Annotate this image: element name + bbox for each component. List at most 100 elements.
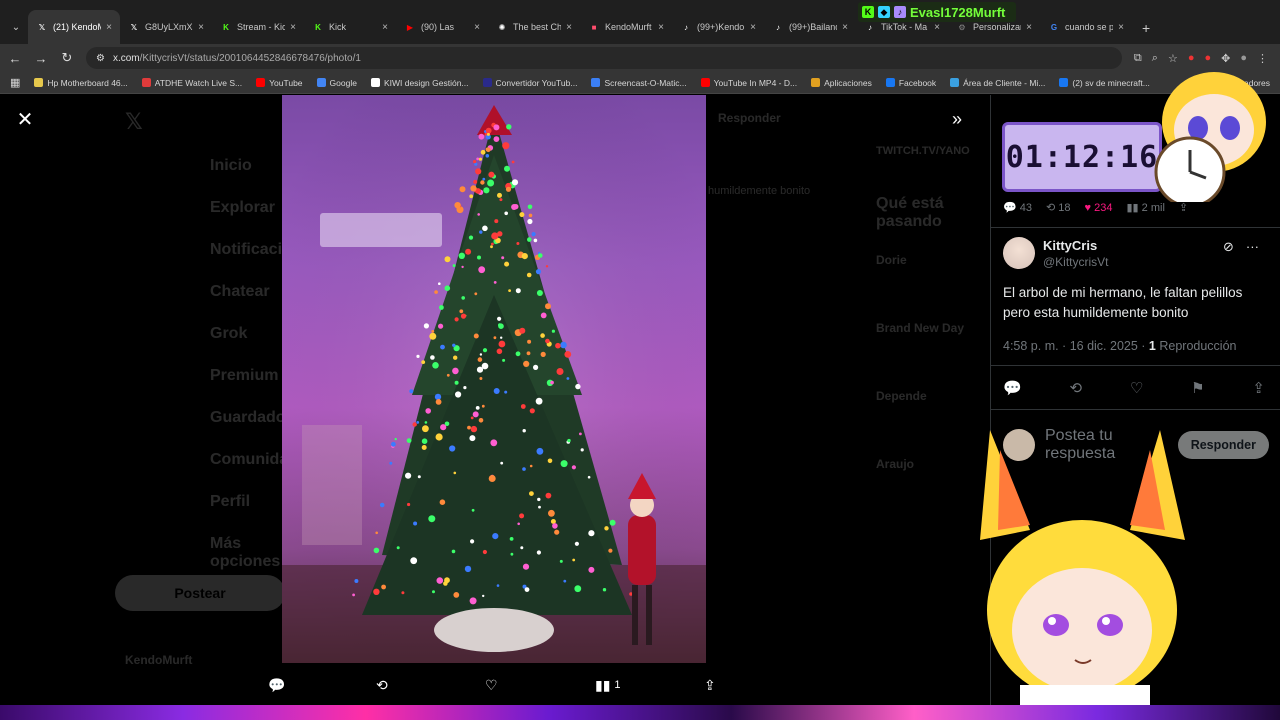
tab-close-icon[interactable]: × [566,22,572,33]
new-tab-button[interactable]: + [1132,20,1160,44]
url-host: x.com [112,52,140,64]
bookmark-item[interactable]: KIWI design Gestión... [370,78,469,88]
browser-tab[interactable]: 𝕏 (21) KendoM × [28,10,120,44]
avatar[interactable] [1003,237,1035,269]
views-button[interactable]: ▮▮ 1 [595,677,621,694]
tree-light [416,354,420,358]
browser-tab[interactable]: ✺ The best Ch × [488,10,580,44]
tree-light [481,404,485,408]
back-icon[interactable]: ← [8,51,22,66]
bookmark-item[interactable]: YouTube In MP4 - D... [700,78,797,88]
bookmark-favicon-icon [885,78,895,87]
tree-light [430,355,435,360]
repost-icon[interactable]: ⟲ [1070,379,1083,397]
author-handle[interactable]: @KittycrisVt [1043,255,1109,269]
browser-tab[interactable]: ♪ (99+)Bailand × [764,10,856,44]
share-icon[interactable]: ⇪ [1179,201,1188,214]
background-trend: Dorie [876,253,907,267]
tree-light [453,355,458,360]
tree-light [391,441,396,447]
tree-light [527,204,533,210]
tab-close-icon[interactable]: × [290,22,296,33]
repost-icon[interactable]: ⟲ [376,677,388,694]
stat-views[interactable]: ▮▮ 2 mil [1127,201,1165,214]
tab-close-icon[interactable]: × [106,22,112,33]
bookmark-item[interactable]: Google [316,78,357,88]
tab-close-icon[interactable]: × [750,22,756,33]
background-nav-item: Grok [210,325,248,342]
tree-light [394,437,397,441]
bookmark-item[interactable]: Facebook [885,78,936,88]
browser-tab[interactable]: K Stream - Kick × [212,10,304,44]
tree-light [537,497,541,502]
tree-light [452,343,456,347]
tab-close-icon[interactable]: × [198,22,204,33]
background-nav-item: Explorar [210,199,275,216]
stat-replies[interactable]: 💬 43 [1003,201,1032,214]
tab-close-icon[interactable]: × [474,22,480,33]
browser-tab[interactable]: ■ KendoMurft × [580,10,672,44]
tweet-photo[interactable] [282,95,706,663]
tab-close-icon[interactable]: × [658,22,664,33]
browser-tab[interactable]: 𝕏 G8UyLXmX6 × [120,10,212,44]
bookmark-item[interactable]: ATDHE Watch Live S... [141,78,242,88]
tweet-author[interactable]: KittyCris @KittycrisVt [1003,237,1109,269]
bookmark-item[interactable]: Aplicaciones [811,78,872,88]
tree-light [412,422,417,427]
stat-reposts[interactable]: ⟲ 18 [1046,201,1071,214]
tab-close-icon[interactable]: × [382,22,388,33]
bookmark-icon[interactable]: ⚑ [1191,379,1204,397]
tree-light [452,264,456,268]
bookmark-item[interactable]: YouTube [256,78,303,88]
background-sidebar: 𝕏 Inicio Explorar Notificaciones Chatear Gro… [110,95,319,705]
tree-light [560,341,567,349]
stat-likes[interactable]: ♥ 234 [1085,202,1113,214]
tree-light [520,404,526,409]
tree-light [396,546,400,550]
like-icon[interactable]: ♡ [1130,379,1143,397]
share-icon[interactable]: ⇪ [704,677,716,694]
x-icon: 𝕏 [38,22,46,32]
bookmark-item[interactable]: (2) sv de minecraft... [1059,78,1150,88]
browser-tab[interactable]: ▶ (90) Las × [396,10,488,44]
tree-light [538,505,541,509]
expand-panel-icon[interactable]: » [952,109,962,130]
tree-light [461,296,465,300]
author-name[interactable]: KittyCris [1043,238,1109,253]
tiktok-icon: ♪ [776,22,780,32]
tab-close-icon[interactable]: × [1026,22,1032,33]
site-info-icon[interactable]: ⚙ [96,53,105,64]
tab-close-icon[interactable]: × [934,22,940,33]
grok-icon[interactable]: ⊘ [1223,239,1234,255]
tab-close-icon[interactable]: × [842,22,848,33]
bookmark-item[interactable]: Convertidor YouTub... [482,78,577,88]
more-options-icon[interactable]: ··· [1246,239,1259,255]
tab-label: Personalizar [973,22,1022,32]
close-icon[interactable]: ✕ [14,109,36,131]
tab-search-chevron-icon[interactable]: ⌄ [4,10,28,44]
views-icon: ▮▮ [595,676,611,693]
tweet-time[interactable]: 4:58 p. m. · 16 dic. 2025 · [1003,339,1149,353]
install-icon[interactable]: ⧉ [1134,52,1142,65]
browser-tab[interactable]: K Kick × [304,10,396,44]
tree-light [500,336,503,339]
apps-grid-icon[interactable]: ▦ [10,76,20,89]
url-field[interactable]: ⚙ x.com/KittycrisVt/status/2001064452846… [86,47,1122,69]
browser-tab[interactable]: Gcuando se p × [1040,10,1132,44]
bookmark-item[interactable]: Hp Motherboard 46... [34,78,128,88]
tab-close-icon[interactable]: × [1118,22,1124,33]
reload-icon[interactable]: ↻ [60,50,74,66]
like-icon[interactable]: ♡ [485,677,498,694]
forward-icon[interactable]: → [34,51,48,66]
reply-icon[interactable]: 💬 [268,677,285,694]
reply-icon[interactable]: 💬 [1003,379,1022,397]
bookmark-item[interactable]: Screencast-O-Matic... [591,78,687,88]
bookmark-item[interactable]: Área de Cliente - Mi... [950,78,1045,88]
browser-tab[interactable]: ♪ (99+)Kendo × [672,10,764,44]
tree-light [475,168,482,175]
views-count: 1 [614,679,621,691]
share-icon[interactable]: ⇪ [1252,379,1265,397]
tree-light [517,522,520,526]
tree-light [567,438,571,443]
kick-icon: K [315,22,321,32]
